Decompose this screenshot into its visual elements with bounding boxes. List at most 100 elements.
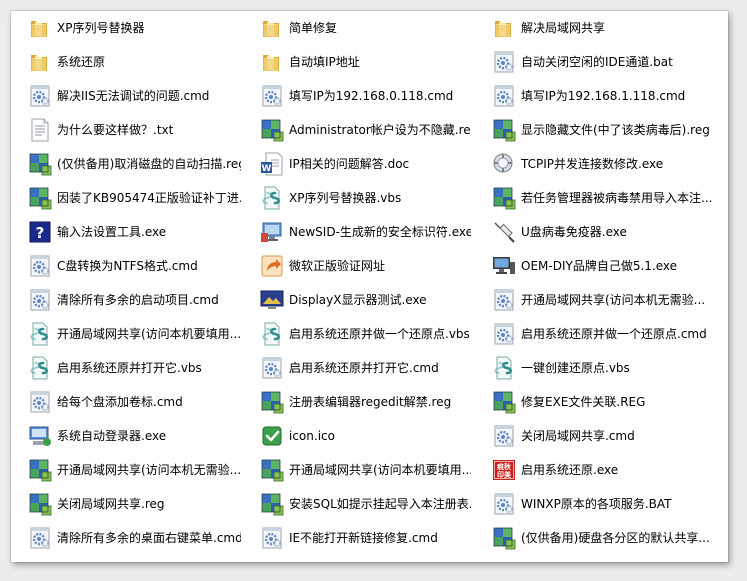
file-item[interactable]: 填写IP为192.168.0.118.cmd	[241, 79, 471, 113]
file-item[interactable]: 关闭局域网共享.cmd	[471, 419, 728, 453]
batch-gear-icon	[27, 83, 53, 109]
file-item[interactable]: 微软正版验证网址	[241, 249, 471, 283]
file-item[interactable]: 修复EXE文件关联.REG	[471, 385, 728, 419]
file-item[interactable]: 系统还原	[11, 45, 241, 79]
registry-icon	[27, 457, 53, 483]
registry-icon	[27, 491, 53, 517]
registry-icon	[259, 491, 285, 517]
file-item[interactable]: NewSID-生成新的安全标识符.exe	[241, 215, 471, 249]
file-item-label: 解决IIS无法调试的问题.cmd	[57, 89, 210, 103]
file-item-label: 微软正版验证网址	[289, 259, 386, 273]
file-item-label: 启用系统还原并打开它.vbs	[57, 361, 202, 375]
file-item[interactable]: 关闭局域网共享.reg	[11, 487, 241, 521]
file-item[interactable]: W IP相关的问题解答.doc	[241, 147, 471, 181]
file-item[interactable]: 一键创建还原点.vbs	[471, 351, 728, 385]
file-item-label: 启用系统还原并做一个还原点.vbs	[289, 327, 470, 341]
file-item[interactable]: 填写IP为192.168.1.118.cmd	[471, 79, 728, 113]
file-item-label: 启用系统还原.exe	[521, 463, 619, 477]
file-item[interactable]: 注册表编辑器regedit解禁.reg	[241, 385, 471, 419]
batch-gear-icon	[491, 83, 517, 109]
file-grid: XP序列号替换器 简单修复 解决局域网共享系统还原 自动填IP地址 自动关闭空闲的IDE…	[11, 11, 728, 555]
file-item[interactable]: 简单修复	[241, 11, 471, 45]
file-item[interactable]: ? 输入法设置工具.exe	[11, 215, 241, 249]
file-item-label: 系统还原	[57, 55, 106, 69]
file-item[interactable]: 痕秋 印美 启用系统还原.exe	[471, 453, 728, 487]
file-item[interactable]: Administrator帐户设为不隐藏.reg	[241, 113, 471, 147]
file-item-label: 关闭局域网共享.reg	[57, 497, 165, 511]
batch-gear-icon	[491, 491, 517, 517]
file-item-label: 简单修复	[289, 21, 338, 35]
file-item[interactable]: (仅供备用)硬盘各分区的默认共享...	[471, 521, 728, 555]
registry-icon	[27, 151, 53, 177]
file-item[interactable]: 显示隐藏文件(中了该类病毒后).reg	[471, 113, 728, 147]
file-item[interactable]: 启用系统还原并打开它.vbs	[11, 351, 241, 385]
folder-icon	[27, 49, 53, 75]
file-item[interactable]: 启用系统还原并打开它.cmd	[241, 351, 471, 385]
file-item[interactable]: 开通局域网共享(访问本机无需验...	[11, 453, 241, 487]
file-item[interactable]: 为什么要这样做？.txt	[11, 113, 241, 147]
file-item-label: 填写IP为192.168.1.118.cmd	[521, 89, 686, 103]
check-ico-icon	[259, 423, 285, 449]
file-item[interactable]: 开通局域网共享(访问本机无需验...	[471, 283, 728, 317]
file-item-label: C盘转换为NTFS格式.cmd	[57, 259, 198, 273]
file-item-label: (仅供备用)取消磁盘的自动扫描.reg	[57, 157, 241, 171]
file-item[interactable]: (仅供备用)取消磁盘的自动扫描.reg	[11, 147, 241, 181]
registry-icon	[491, 185, 517, 211]
registry-icon	[491, 117, 517, 143]
batch-gear-icon	[491, 423, 517, 449]
file-item[interactable]: 安装SQL如提示挂起导入本注册表...	[241, 487, 471, 521]
display-test-icon	[259, 287, 285, 313]
file-item-label: 开通局域网共享(访问本机无需验...	[521, 293, 706, 307]
syringe-icon	[491, 219, 517, 245]
file-item[interactable]: 开通局域网共享(访问本机要填用...	[241, 453, 471, 487]
file-item-label: 注册表编辑器regedit解禁.reg	[289, 395, 452, 409]
file-item-label: 开通局域网共享(访问本机要填用...	[289, 463, 471, 477]
file-item[interactable]: 给每个盘添加卷标.cmd	[11, 385, 241, 419]
file-item[interactable]: 自动填IP地址	[241, 45, 471, 79]
file-item[interactable]: 系统自动登录器.exe	[11, 419, 241, 453]
file-item-label: OEM-DIY品牌自己做5.1.exe	[521, 259, 678, 273]
file-item[interactable]: U盘病毒免疫器.exe	[471, 215, 728, 249]
batch-gear-icon	[27, 253, 53, 279]
file-item-label: 给每个盘添加卷标.cmd	[57, 395, 183, 409]
batch-gear-icon	[491, 321, 517, 347]
file-item-label: 显示隐藏文件(中了该类病毒后).reg	[521, 123, 710, 137]
batch-gear-icon	[259, 525, 285, 551]
file-item-label: DisplayX显示器测试.exe	[289, 293, 427, 307]
file-item[interactable]: 自动关闭空闲的IDE通道.bat	[471, 45, 728, 79]
file-item-label: 系统自动登录器.exe	[57, 429, 167, 443]
file-item-label: IP相关的问题解答.doc	[289, 157, 410, 171]
file-item[interactable]: icon.ico	[241, 419, 471, 453]
registry-icon	[259, 457, 285, 483]
file-item[interactable]: XP序列号替换器	[11, 11, 241, 45]
file-item-label: icon.ico	[289, 429, 335, 443]
batch-gear-icon	[491, 287, 517, 313]
file-item[interactable]: 开通局域网共享(访问本机要填用...	[11, 317, 241, 351]
batch-gear-icon	[259, 83, 285, 109]
file-item[interactable]: IE不能打开新链接修复.cmd	[241, 521, 471, 555]
newsid-icon	[259, 219, 285, 245]
auto-login-icon	[27, 423, 53, 449]
help-exe-icon: ?	[27, 219, 53, 245]
file-item[interactable]: 启用系统还原并做一个还原点.cmd	[471, 317, 728, 351]
file-item[interactable]: 解决IIS无法调试的问题.cmd	[11, 79, 241, 113]
tcpip-tool-icon	[491, 151, 517, 177]
file-item-label: 启用系统还原并做一个还原点.cmd	[521, 327, 707, 341]
registry-icon	[259, 389, 285, 415]
file-item[interactable]: 若任务管理器被病毒禁用导入本注...	[471, 181, 728, 215]
vbscript-icon	[491, 355, 517, 381]
folder-icon	[259, 49, 285, 75]
file-item[interactable]: XP序列号替换器.vbs	[241, 181, 471, 215]
file-item[interactable]: C盘转换为NTFS格式.cmd	[11, 249, 241, 283]
batch-gear-icon	[27, 525, 53, 551]
file-item[interactable]: 因装了KB905474正版验证补丁进...	[11, 181, 241, 215]
file-item[interactable]: DisplayX显示器测试.exe	[241, 283, 471, 317]
file-item[interactable]: WINXP原本的各项服务.BAT	[471, 487, 728, 521]
file-item[interactable]: 清除所有多余的桌面右键菜单.cmd	[11, 521, 241, 555]
file-item[interactable]: 清除所有多余的启动项目.cmd	[11, 283, 241, 317]
shortcut-icon	[259, 253, 285, 279]
file-item[interactable]: OEM-DIY品牌自己做5.1.exe	[471, 249, 728, 283]
file-item[interactable]: 启用系统还原并做一个还原点.vbs	[241, 317, 471, 351]
file-item[interactable]: TCPIP并发连接数修改.exe	[471, 147, 728, 181]
file-item[interactable]: 解决局域网共享	[471, 11, 728, 45]
